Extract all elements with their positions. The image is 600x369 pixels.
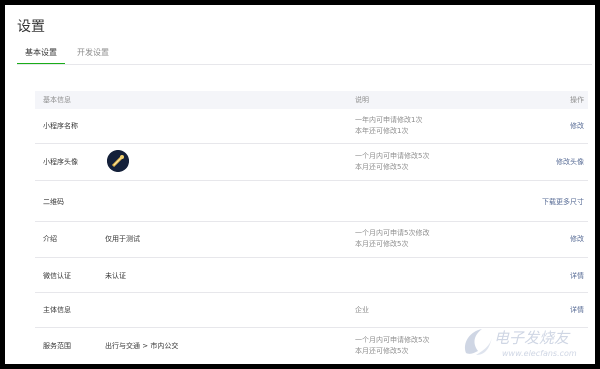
watermark-logo: 电子发烧友 www.elecfans.com — [460, 325, 595, 364]
row-mini-program-avatar: 小程序头像 一个月内可申请修改5次 本月还可修改5次 修改头像 — [35, 144, 588, 181]
avatar-image-icon — [107, 150, 129, 172]
row-entity-info: 主体信息 企业 详情 — [35, 293, 588, 328]
row-mini-program-name: 小程序名称 一年内可申请修改1次 本年还可修改1次 修改 — [35, 109, 588, 144]
watermark-text: 电子发烧友 — [494, 329, 570, 347]
row-desc-line1: 企业 — [355, 306, 369, 314]
settings-window: 设置 基本设置 开发设置 基本信息 说明 操作 小程序名称 一年内可申请修改1次… — [5, 5, 595, 364]
row-label: 服务范围 — [43, 342, 71, 350]
page-title: 设置 — [17, 19, 45, 35]
row-qrcode: 二维码 下载更多尺寸 — [35, 181, 588, 222]
tab-basic-settings[interactable]: 基本设置 — [17, 43, 65, 65]
row-label: 微信认证 — [43, 272, 71, 280]
row-value: 未认证 — [105, 272, 126, 280]
header-action: 操作 — [570, 96, 584, 104]
table-header: 基本信息 说明 操作 — [35, 91, 588, 109]
tab-dev-settings[interactable]: 开发设置 — [69, 43, 117, 63]
download-sizes-link[interactable]: 下载更多尺寸 — [542, 197, 584, 207]
row-desc-line1: 一个月内可申请修改5次 — [355, 152, 430, 160]
settings-table: 基本信息 说明 操作 小程序名称 一年内可申请修改1次 本年还可修改1次 修改 … — [35, 91, 588, 364]
entity-details-link[interactable]: 详情 — [570, 305, 584, 315]
row-label: 小程序头像 — [43, 158, 78, 166]
row-desc-line1: 一个月内可申请5次修改 — [355, 229, 430, 237]
edit-avatar-link[interactable]: 修改头像 — [556, 157, 584, 167]
edit-intro-link[interactable]: 修改 — [570, 234, 584, 244]
row-label: 介绍 — [43, 235, 57, 243]
row-desc-line2: 本月还可修改5次 — [355, 163, 409, 171]
avatar — [107, 150, 129, 172]
row-value: 出行与交通 > 市内公交 — [105, 342, 179, 350]
row-value: 仅用于测试 — [105, 235, 140, 243]
row-label: 主体信息 — [43, 306, 71, 314]
edit-name-link[interactable]: 修改 — [570, 121, 584, 131]
row-desc-line2: 本月还可修改5次 — [355, 240, 409, 248]
row-desc-line1: 一年内可申请修改1次 — [355, 116, 423, 124]
tab-bar: 基本设置 开发设置 — [17, 43, 592, 65]
row-desc-line2: 本月还可修改5次 — [355, 347, 409, 355]
header-desc: 说明 — [355, 96, 369, 104]
tab-divider — [17, 64, 592, 65]
row-label: 小程序名称 — [43, 122, 78, 130]
header-info: 基本信息 — [43, 96, 71, 104]
verification-details-link[interactable]: 详情 — [570, 271, 584, 281]
row-desc-line1: 一个月内可申请修改5次 — [355, 336, 430, 344]
row-introduction: 介绍 仅用于测试 一个月内可申请5次修改 本月还可修改5次 修改 — [35, 222, 588, 258]
watermark-url: www.elecfans.com — [502, 349, 577, 358]
watermark-icon — [464, 329, 492, 355]
row-wechat-verification: 微信认证 未认证 详情 — [35, 258, 588, 293]
row-label: 二维码 — [43, 198, 64, 206]
row-desc-line2: 本年还可修改1次 — [355, 127, 409, 135]
